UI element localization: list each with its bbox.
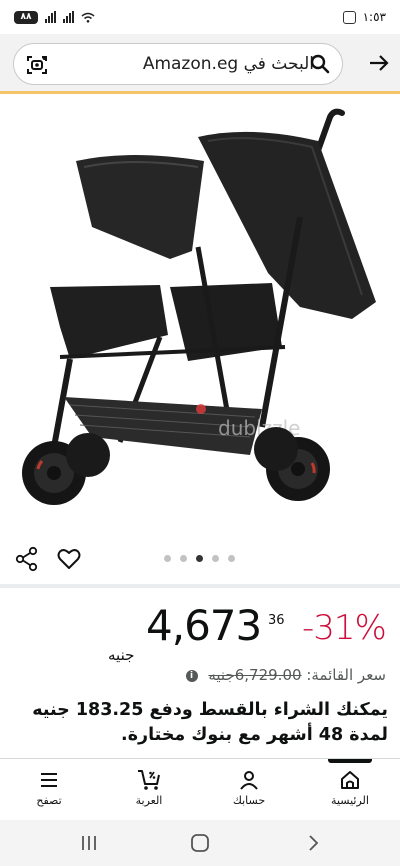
battery-indicator: ٨٨ <box>14 10 38 24</box>
pagination-dot[interactable] <box>228 555 235 562</box>
wheel-front-inner <box>66 433 110 477</box>
list-price-value: 6,729.00جنيه <box>208 666 301 684</box>
system-navigation-bar <box>0 820 400 866</box>
price-whole: 4,673 <box>146 601 262 650</box>
nav-home-label: الرئيسية <box>331 794 369 807</box>
active-tab-indicator <box>328 759 372 763</box>
product-image[interactable]: dubizzle <box>0 97 400 527</box>
home-icon <box>341 771 359 789</box>
search-input[interactable]: البحث في Amazon.eg <box>74 44 314 84</box>
heart-icon[interactable] <box>56 546 82 572</box>
back-nav-icon[interactable] <box>302 832 324 854</box>
status-bar: ٨٨ ١:٥٣ <box>0 0 400 34</box>
bottom-nav: الرئيسية حسابك العربة تصفح <box>0 758 400 820</box>
menu-icon <box>41 773 57 787</box>
status-right: ١:٥٣ <box>342 10 386 24</box>
list-price-number: 6,729.00 <box>234 666 302 684</box>
price-currency: جنيه <box>108 646 135 664</box>
nav-cart-label: العربة <box>135 794 163 807</box>
nav-menu[interactable]: تصفح <box>14 769 84 817</box>
list-price: سعر القائمة: 6,729.00جنيه i <box>185 666 386 684</box>
wifi-icon <box>81 12 95 23</box>
list-price-label: سعر القائمة: <box>306 666 386 684</box>
divider <box>0 584 400 588</box>
home-button-icon[interactable] <box>189 832 211 854</box>
camera-search-icon[interactable] <box>26 54 48 76</box>
clock: ١:٥٣ <box>362 10 386 24</box>
nav-account-label: حسابك <box>232 794 266 807</box>
screenshot-icon <box>342 10 356 24</box>
pagination-dot-active[interactable] <box>196 555 203 562</box>
recent-apps-icon[interactable] <box>78 832 100 854</box>
nav-home[interactable]: الرئيسية <box>315 769 385 817</box>
signal-icon-2 <box>63 11 74 23</box>
image-pagination <box>164 555 235 562</box>
search-header: البحث في Amazon.eg <box>0 34 400 94</box>
signal-icon <box>45 11 56 23</box>
nav-cart[interactable]: العربة <box>114 769 184 817</box>
back-button[interactable] <box>364 48 394 78</box>
status-left: ٨٨ <box>14 10 95 24</box>
cart-icon <box>138 770 160 790</box>
nav-account[interactable]: حسابك <box>214 769 284 817</box>
nav-menu-label: تصفح <box>36 794 62 807</box>
discount-percent: -31% <box>302 608 387 648</box>
info-icon[interactable]: i <box>185 669 198 682</box>
pagination-dot[interactable] <box>164 555 171 562</box>
share-icon[interactable] <box>14 546 40 572</box>
search-box[interactable]: البحث في Amazon.eg <box>13 43 343 85</box>
wheel-rear-inner <box>254 427 298 471</box>
person-icon <box>240 771 258 790</box>
pagination-dot[interactable] <box>180 555 187 562</box>
search-icon[interactable] <box>310 54 330 74</box>
arrow-right-icon <box>370 55 389 71</box>
price-fraction: 36 <box>268 613 285 628</box>
pagination-dot[interactable] <box>212 555 219 562</box>
list-price-currency: جنيه <box>208 666 235 684</box>
installment-offer: يمكنك الشراء بالقسط ودفع 183.25 جنيه لمد… <box>32 700 388 745</box>
